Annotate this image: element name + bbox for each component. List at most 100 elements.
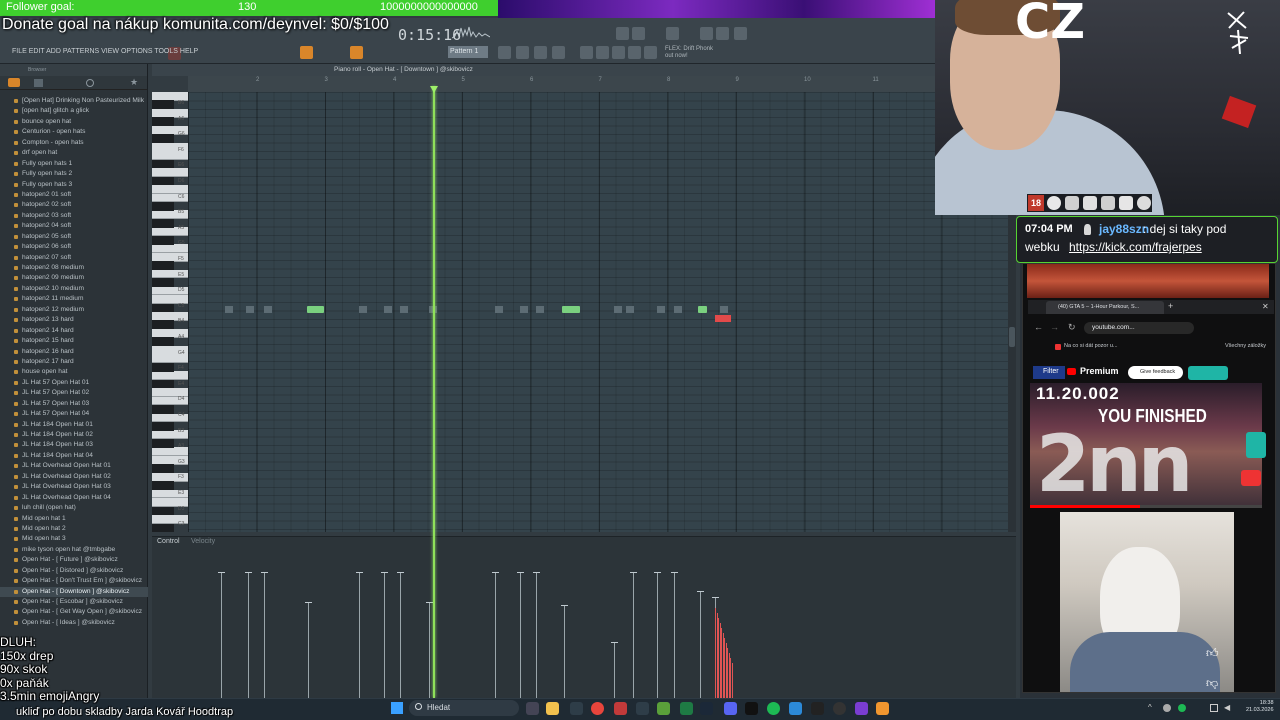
browser-item[interactable]: hatopen2 13 hard (0, 315, 148, 325)
discord-icon[interactable] (724, 702, 737, 715)
browser-item[interactable]: Open Hat - [ Don't Trust Em ] @skibovicz (0, 576, 148, 586)
app-icon-13[interactable] (789, 702, 802, 715)
browser-item[interactable]: Fully open hats 3 (0, 180, 148, 190)
piano-black-key[interactable] (152, 303, 174, 313)
menu-view[interactable]: VIEW (101, 48, 119, 55)
piano-black-key[interactable] (152, 100, 174, 110)
tool-mute[interactable] (628, 46, 641, 59)
piano-black-key[interactable] (152, 379, 174, 389)
piano-white-key[interactable] (152, 371, 188, 380)
file-explorer-icon[interactable] (546, 702, 559, 715)
piano-white-key[interactable] (152, 168, 188, 177)
browser-item[interactable]: [Open Hat] Drinking Non Pasteurized Milk (0, 96, 148, 106)
piano-black-key[interactable] (152, 506, 174, 516)
browser-item[interactable]: JL Hat Overhead Open Hat 02 (0, 472, 148, 482)
selected-note[interactable] (715, 315, 717, 322)
ghost-note[interactable] (614, 306, 622, 313)
tool-pencil[interactable] (580, 46, 593, 59)
browser-item[interactable]: JL Hat Overhead Open Hat 04 (0, 493, 148, 503)
tool-slice[interactable] (644, 46, 657, 59)
selected-note[interactable] (717, 315, 719, 322)
selected-note[interactable] (725, 315, 727, 322)
browser-item[interactable]: Open Hat - [ Escobar ] @skibovicz (0, 597, 148, 607)
browser-item[interactable]: Open Hat - [ Distored ] @skibovicz (0, 566, 148, 576)
menu-options[interactable]: OPTIONS (121, 48, 153, 55)
ghost-note[interactable] (384, 306, 392, 313)
address-bar[interactable]: youtube.com... (1084, 322, 1194, 334)
extension-menu-icon[interactable] (1188, 366, 1228, 380)
scroll-thumb[interactable] (1009, 327, 1015, 347)
ghost-note[interactable] (400, 306, 408, 313)
velocity-bar-selected[interactable] (731, 663, 733, 698)
velocity-bar[interactable] (630, 572, 637, 698)
piano-black-key[interactable] (152, 202, 174, 211)
browser-item[interactable]: JL Hat Overhead Open Hat 01 (0, 461, 148, 471)
browser-search-icon[interactable] (86, 79, 94, 87)
browser-item[interactable]: hatopen2 14 hard (0, 326, 148, 336)
velocity-bar[interactable] (561, 605, 568, 698)
ghost-note[interactable] (657, 306, 665, 313)
piano-roll-button[interactable] (534, 46, 547, 59)
browser-item[interactable]: hatopen2 06 soft (0, 242, 148, 252)
velocity-bar[interactable] (305, 602, 312, 698)
piano-black-key[interactable] (152, 405, 174, 414)
piano-black-key[interactable] (152, 261, 174, 270)
app-icon-14[interactable] (811, 702, 824, 715)
fl-studio-icon[interactable] (876, 702, 889, 715)
browser-item[interactable]: hatopen2 11 medium (0, 294, 148, 304)
browser-item[interactable]: JL Hat 184 Open Hat 04 (0, 451, 148, 461)
menu-file[interactable]: FILE (12, 48, 27, 55)
browser-item[interactable]: JL Hat 57 Open Hat 04 (0, 409, 148, 419)
piano-black-key[interactable] (152, 134, 174, 144)
piano-black-key[interactable] (152, 362, 174, 372)
browser-item[interactable]: hatopen2 10 medium (0, 284, 148, 294)
ghost-note[interactable] (359, 306, 367, 313)
tool-brush[interactable] (596, 46, 609, 59)
velocity-bar[interactable] (517, 572, 524, 698)
velocity-bar[interactable] (381, 572, 388, 698)
play-button[interactable] (300, 46, 313, 59)
close-window-icon[interactable]: ✕ (1262, 302, 1269, 311)
forward-icon[interactable]: → (1050, 322, 1059, 332)
filter-button[interactable]: Filter (1033, 366, 1065, 379)
velocity-bar[interactable] (245, 572, 252, 698)
velocity-bar[interactable] (261, 572, 268, 698)
ghost-note[interactable] (264, 306, 272, 313)
piano-black-key[interactable] (152, 117, 174, 127)
piano-black-key[interactable] (152, 438, 174, 448)
all-bookmarks[interactable]: Všechny záložky (1225, 343, 1266, 349)
browser-item[interactable]: drf open hat (0, 148, 148, 158)
selected-note[interactable] (729, 315, 731, 322)
browser-item[interactable]: JL Hat 184 Open Hat 01 (0, 420, 148, 430)
ghost-note[interactable] (246, 306, 254, 313)
playhead-marker-icon[interactable] (430, 86, 438, 93)
piano-black-key[interactable] (152, 422, 174, 431)
app-icon-16[interactable] (855, 702, 868, 715)
back-icon[interactable]: ← (1034, 322, 1043, 332)
mixer-button[interactable] (498, 46, 511, 59)
note[interactable] (562, 306, 580, 313)
menu-add[interactable]: ADD (46, 48, 61, 55)
velocity-bar[interactable] (671, 572, 678, 698)
browser-item[interactable]: Open Hat - [ Ideas ] @skibovicz (0, 618, 148, 628)
new-tab-icon[interactable]: + (1168, 301, 1173, 311)
selected-note[interactable] (723, 315, 725, 322)
selected-note[interactable] (719, 315, 721, 322)
start-button-icon[interactable] (391, 702, 403, 714)
tray-chevron-icon[interactable]: ^ (1148, 703, 1152, 712)
snap-button[interactable] (350, 46, 363, 59)
settings-icon[interactable] (700, 27, 713, 40)
browser-tab[interactable]: (40) GTA 5 – 1-Hour Parkour, S... (1046, 301, 1164, 314)
browser-item[interactable]: Mid open hat 1 (0, 514, 148, 524)
app-icon-5[interactable] (614, 702, 627, 715)
velocity-bar[interactable] (533, 572, 540, 698)
browser-item[interactable]: hatopen2 02 soft (0, 200, 148, 210)
note[interactable] (698, 306, 707, 313)
velocity-bar[interactable] (611, 642, 618, 698)
dislike-icon[interactable]: 👎︎ (1206, 676, 1218, 691)
ghost-note[interactable] (674, 306, 682, 313)
download-icon[interactable] (734, 27, 747, 40)
obs-icon[interactable] (833, 702, 846, 715)
piano-black-key[interactable] (152, 218, 174, 228)
browser-button[interactable] (616, 27, 629, 40)
